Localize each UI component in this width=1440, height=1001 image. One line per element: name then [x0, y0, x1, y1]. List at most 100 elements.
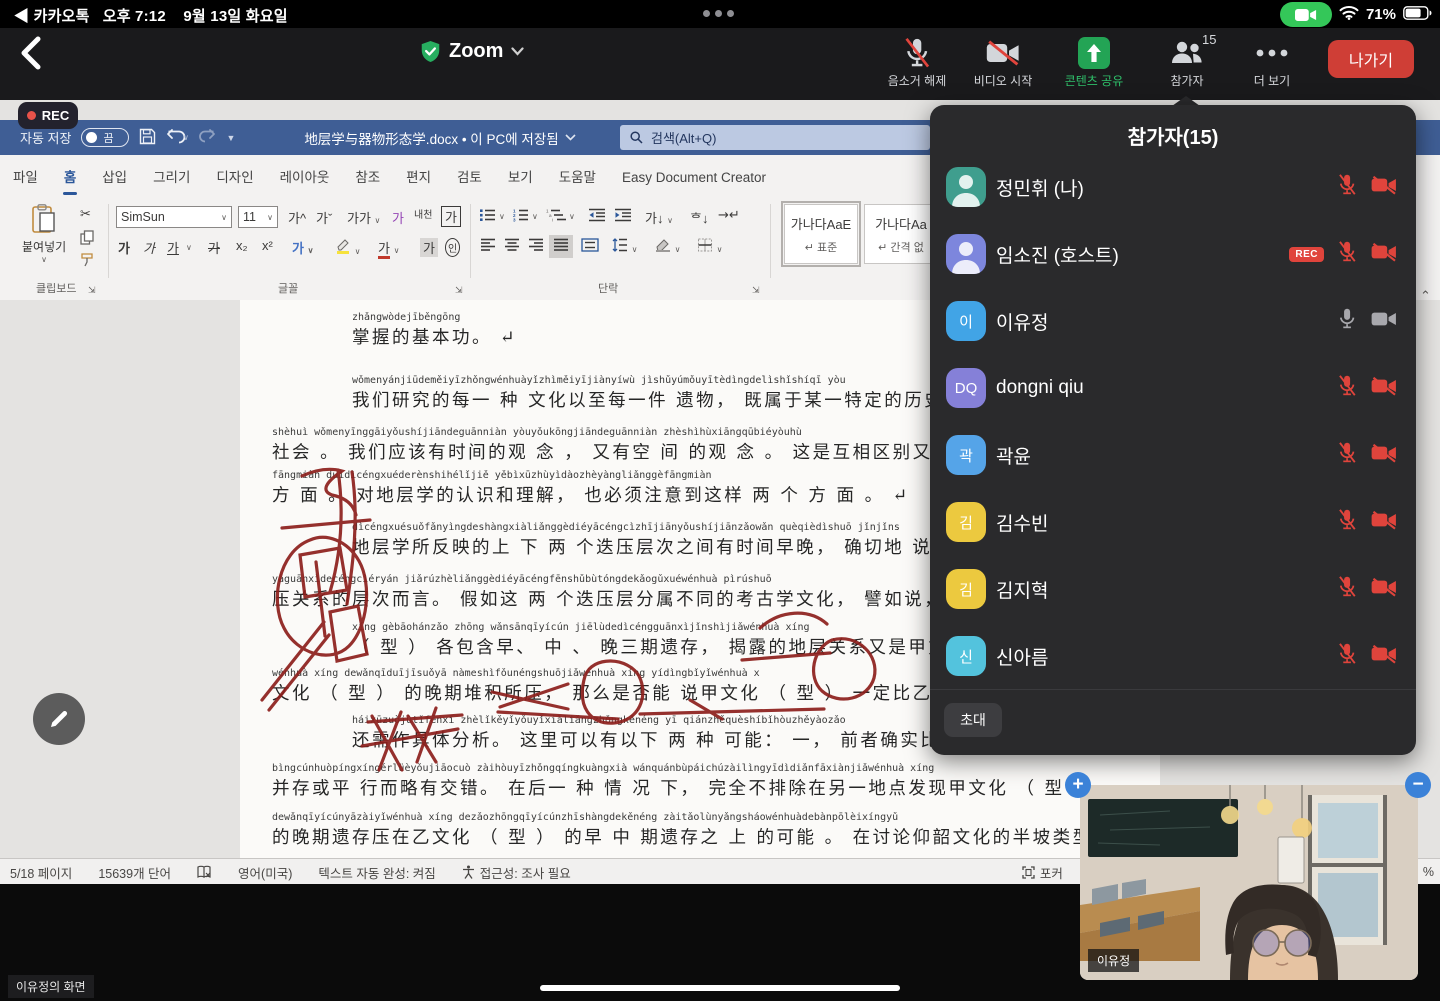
clear-formatting-button[interactable]: 가 — [392, 208, 404, 227]
tab-편지[interactable]: 편지 — [393, 155, 444, 195]
tab-파일[interactable]: 파일 — [0, 155, 51, 195]
annotation-zoom-in-button[interactable]: + — [1065, 772, 1091, 798]
copy-icon[interactable] — [80, 230, 94, 248]
distribute-icon[interactable]: ᄒ↓ — [690, 208, 708, 227]
distribute-text-icon[interactable] — [581, 238, 599, 255]
participant-row[interactable]: 신신아름 — [930, 624, 1416, 688]
decrease-indent-icon[interactable] — [588, 208, 606, 225]
leave-meeting-button[interactable]: 나가기 — [1328, 40, 1414, 78]
participant-row[interactable]: DQdongni qiu — [930, 356, 1416, 420]
tab-레이아웃[interactable]: 레이아웃 — [267, 155, 343, 195]
sort-icon[interactable]: 가↓ ∨ — [645, 208, 673, 227]
character-shading-button[interactable]: 가 — [420, 238, 438, 257]
focus-mode-button[interactable]: 포커 — [1022, 863, 1063, 882]
strikethrough-button[interactable]: 가 — [208, 238, 220, 257]
participants-panel-title: 참가자(15) — [930, 121, 1416, 150]
participant-row[interactable]: 임소진 (호스트)REC — [930, 222, 1416, 286]
share-content-button[interactable]: 콘텐츠 공유 — [1051, 36, 1137, 89]
participant-rec-badge: REC — [1289, 247, 1324, 262]
annotate-pencil-button[interactable] — [33, 693, 85, 745]
page-indicator[interactable]: 5/18 페이지 — [10, 863, 72, 882]
participants-button[interactable]: 15 참가자 — [1144, 36, 1230, 89]
font-color-button[interactable]: 가 ∨ — [378, 238, 399, 257]
annotation-zoom-out-button[interactable]: − — [1405, 772, 1431, 798]
meeting-info-button[interactable]: Zoom — [420, 40, 524, 63]
shrink-font-button[interactable]: 가ˇ — [316, 208, 332, 227]
borders-icon[interactable]: ∨ — [697, 238, 722, 255]
participant-row[interactable]: 김김수빈 — [930, 490, 1416, 554]
more-button[interactable]: 더 보기 — [1229, 36, 1315, 89]
participant-status-icons — [1336, 423, 1398, 487]
text-effects-button[interactable]: 가 ∨ — [292, 238, 313, 257]
highlight-button[interactable]: ∨ — [335, 238, 360, 257]
invite-button[interactable]: 초대 — [944, 703, 1002, 737]
tab-보기[interactable]: 보기 — [495, 155, 546, 195]
doc-line: dewǎnqīyícúnyāzàiyǐwénhuà xíng dezǎozhōn… — [272, 812, 1113, 849]
enclose-characters-button[interactable]: 인 — [445, 238, 460, 257]
accessibility-indicator[interactable]: 접근성: 조사 필요 — [462, 863, 571, 882]
avatar: 곽 — [946, 435, 986, 475]
font-dialog-launcher[interactable]: ⇲ — [455, 285, 463, 296]
multitask-dots-icon[interactable] — [703, 10, 734, 17]
camera-off-icon — [1370, 442, 1398, 469]
bold-button[interactable]: 가 — [118, 238, 130, 257]
style-normal[interactable]: 가나다AaE ↵ 표준 — [784, 204, 858, 264]
align-left-icon[interactable] — [480, 238, 496, 255]
underline-button[interactable]: 가 — [167, 238, 179, 257]
font-size-select[interactable]: 11∨ — [238, 206, 278, 228]
tab-검토[interactable]: 검토 — [444, 155, 495, 195]
italic-button[interactable]: 가 — [143, 238, 155, 257]
align-right-icon[interactable] — [528, 238, 544, 255]
participant-row[interactable]: 정민휘 (나) — [930, 155, 1416, 219]
video-on-pill-icon[interactable] — [1280, 2, 1332, 27]
mic-muted-icon — [1336, 240, 1358, 268]
tab-도움말[interactable]: 도움말 — [546, 155, 609, 195]
increase-indent-icon[interactable] — [614, 208, 632, 225]
back-to-kakaotalk-link[interactable]: ◀ 카카오톡 — [14, 8, 90, 25]
justify-icon[interactable] — [549, 235, 573, 258]
start-video-button[interactable]: 비디오 시작 — [960, 36, 1046, 89]
font-name-select[interactable]: SimSun∨ — [116, 206, 232, 228]
style-no-spacing[interactable]: 가나다Aa ↵ 간격 없 — [864, 204, 938, 264]
cut-icon[interactable]: ✂ — [80, 206, 91, 222]
self-video-thumbnail[interactable]: 이유정 — [1080, 785, 1418, 980]
tab-디자인[interactable]: 디자인 — [203, 155, 266, 195]
paragraph-dialog-launcher[interactable]: ⇲ — [752, 285, 760, 296]
tab-홈[interactable]: 홈 — [51, 155, 89, 195]
underline-caret[interactable]: ∨ — [186, 238, 192, 253]
paragraph-marks-icon[interactable]: →↵ — [718, 208, 740, 223]
align-center-icon[interactable] — [504, 238, 520, 255]
multilevel-list-icon[interactable]: 1ai∨ — [545, 208, 583, 225]
participant-row[interactable]: 곽곽윤 — [930, 423, 1416, 487]
autocomplete-indicator[interactable]: 텍스트 자동 완성: 켜짐 — [318, 863, 435, 882]
format-painter-icon[interactable] — [80, 253, 95, 270]
grow-font-button[interactable]: 가^ — [288, 208, 306, 227]
language-indicator[interactable]: 영어(미국) — [238, 863, 292, 882]
participant-row[interactable]: 김김지혁 — [930, 557, 1416, 621]
word-count[interactable]: 15639개 단어 — [98, 863, 171, 882]
phonetic-guide-button[interactable]: 내천 — [414, 206, 432, 221]
search-input[interactable]: 검색(Alt+Q) — [620, 125, 930, 150]
tab-Easy Document Creator[interactable]: Easy Document Creator — [609, 159, 779, 194]
tab-삽입[interactable]: 삽입 — [89, 155, 140, 195]
subscript-button[interactable]: x₂ — [236, 238, 248, 253]
back-chevron-icon[interactable] — [16, 34, 46, 77]
participant-row[interactable]: 이이유정 — [930, 289, 1416, 353]
tab-그리기[interactable]: 그리기 — [140, 155, 203, 195]
pencil-icon — [47, 707, 71, 731]
zoom-percent[interactable]: % — [1423, 865, 1434, 879]
clipboard-dialog-launcher[interactable]: ⇲ — [88, 285, 96, 296]
focus-icon — [1022, 866, 1035, 879]
superscript-button[interactable]: x² — [262, 238, 273, 253]
paste-button[interactable]: 붙여넣기 ∨ — [22, 204, 66, 264]
proofing-icon[interactable] — [197, 865, 212, 879]
line-spacing-icon[interactable]: ∨ — [612, 238, 637, 255]
unmute-button[interactable]: 음소거 해제 — [874, 36, 960, 89]
accessibility-icon — [462, 865, 475, 879]
character-border-button[interactable]: 가 — [441, 206, 461, 227]
tab-참조[interactable]: 참조 — [342, 155, 393, 195]
change-case-button[interactable]: 가가 ∨ — [347, 208, 380, 227]
shading-icon[interactable]: ∨ — [655, 238, 680, 255]
home-indicator[interactable] — [540, 985, 900, 991]
camera-off-icon — [1370, 241, 1398, 268]
